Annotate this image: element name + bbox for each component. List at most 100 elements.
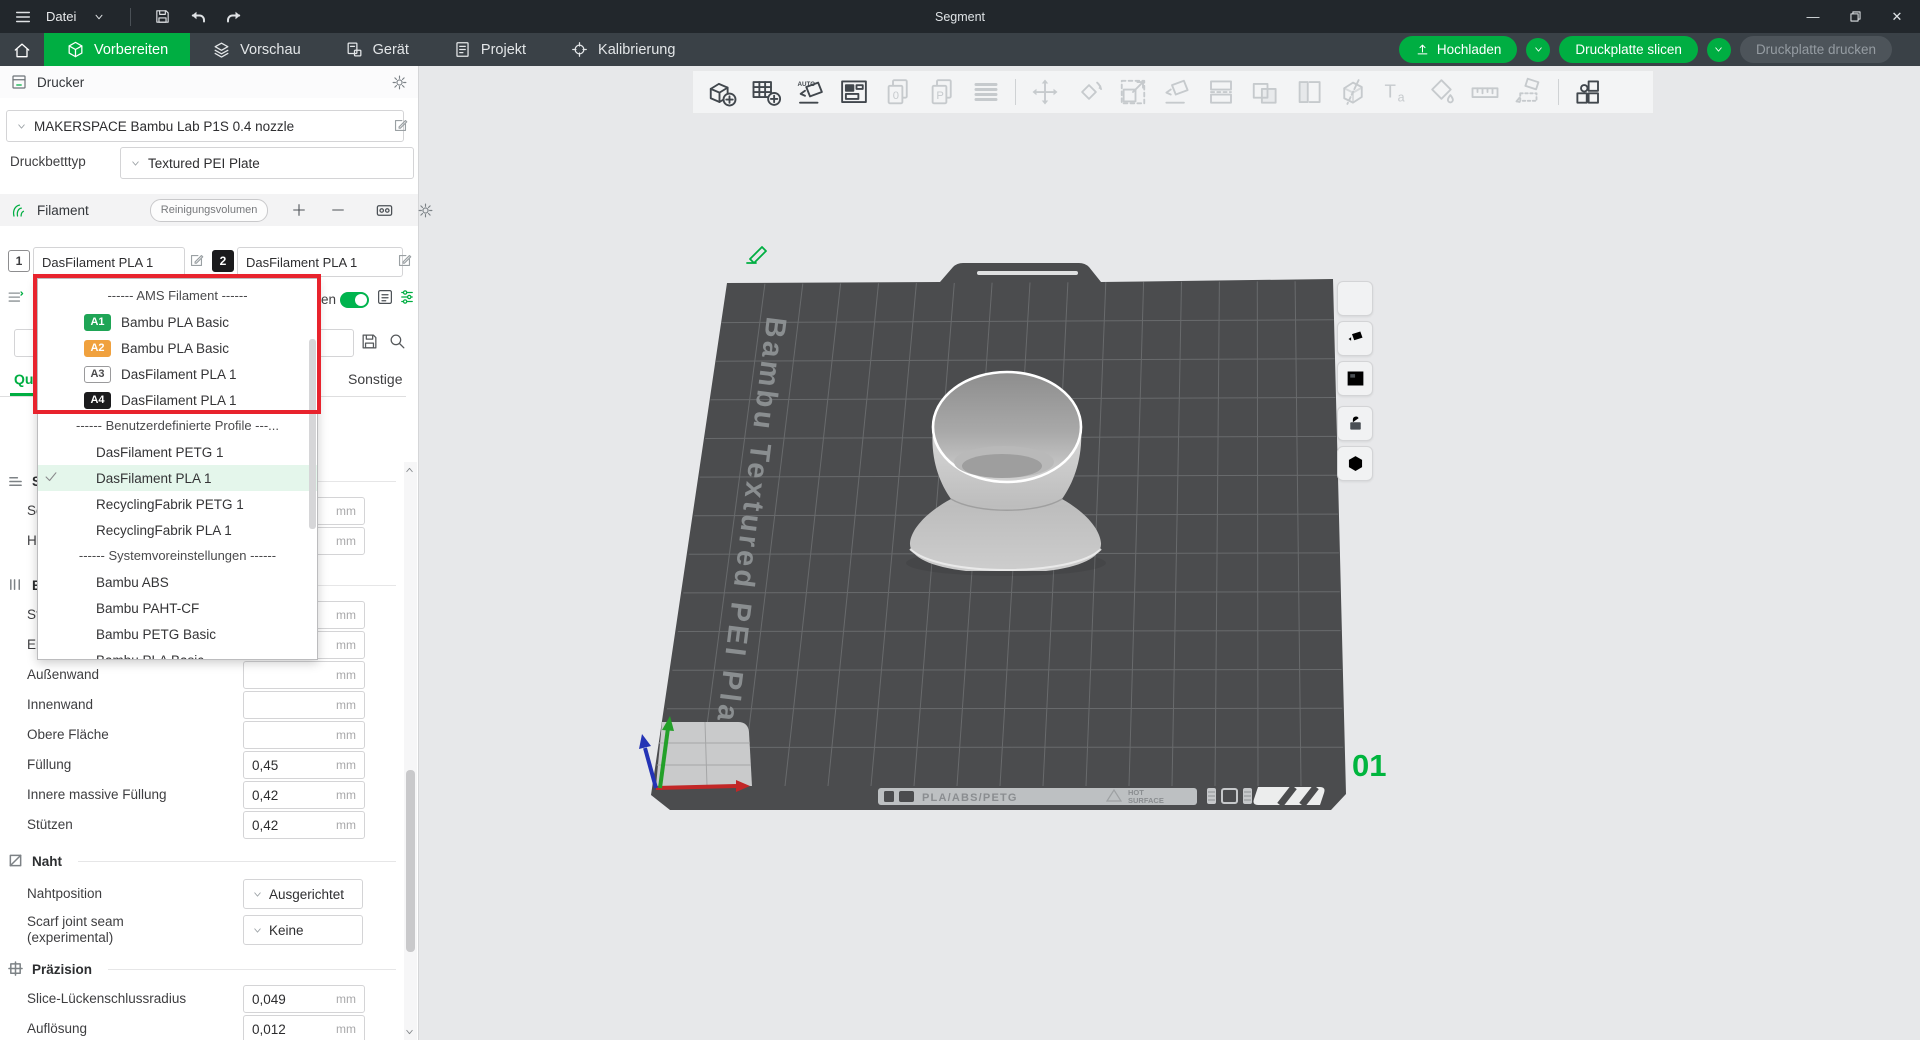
seam-icon xyxy=(8,853,24,869)
home-button[interactable] xyxy=(0,33,44,66)
close-button[interactable]: ✕ xyxy=(1880,3,1914,31)
filament-1-edit-icon[interactable] xyxy=(188,252,205,269)
segment-tool-icon[interactable] xyxy=(1573,77,1603,107)
printer-settings-gear-icon[interactable] xyxy=(391,74,408,91)
nav-tab-vorbereiten[interactable]: Vorbereiten xyxy=(44,33,190,66)
auto-orient-icon[interactable]: AUTO xyxy=(795,77,825,107)
tab-others[interactable]: Sonstige xyxy=(348,371,402,387)
hamburger-menu-icon[interactable] xyxy=(10,5,36,29)
file-menu[interactable]: Datei xyxy=(46,9,76,24)
filament-slot-1-select[interactable]: DasFilament PLA 1 xyxy=(33,247,185,277)
param-input[interactable]: mm xyxy=(243,661,365,689)
nav-tab-kalibrierung[interactable]: Kalibrierung xyxy=(548,33,697,66)
scroll-down-icon[interactable] xyxy=(404,1026,417,1037)
param-select-value: Ausgerichtet xyxy=(269,887,344,902)
flush-volumes-button[interactable]: Reinigungsvolumen xyxy=(150,199,269,222)
param-input[interactable]: 0,049mm xyxy=(243,985,365,1013)
restore-button[interactable] xyxy=(1838,3,1872,31)
printer-select[interactable]: MAKERSPACE Bambu Lab P1S 0.4 nozzle xyxy=(6,110,404,142)
param-unit: mm xyxy=(336,608,356,622)
copy-count-icon: 0 xyxy=(883,77,913,107)
slice-options-chevron[interactable] xyxy=(1707,38,1731,62)
search-icon[interactable] xyxy=(388,332,407,351)
upload-options-chevron[interactable] xyxy=(1526,38,1550,62)
dropdown-item[interactable]: A1Bambu PLA Basic xyxy=(38,309,317,335)
advanced-params-icon[interactable] xyxy=(398,288,416,306)
lay-flat-icon xyxy=(1162,77,1192,107)
dropdown-item[interactable]: A4DasFilament PLA 1 xyxy=(38,387,317,413)
param-row: NahtpositionAusgerichtet xyxy=(0,876,406,912)
dropdown-item[interactable]: Bambu PETG Basic xyxy=(38,621,317,647)
advanced-mode-toggle[interactable] xyxy=(340,292,369,308)
param-input[interactable]: mm xyxy=(243,691,365,719)
dropdown-item[interactable]: RecyclingFabrik PETG 1 xyxy=(38,491,317,517)
save-preset-icon[interactable] xyxy=(360,332,379,351)
param-input[interactable]: 0,012mm xyxy=(243,1015,365,1040)
param-label: Innere massive Füllung xyxy=(27,787,243,803)
hot-surface-text-1: HOT xyxy=(1128,788,1144,797)
bed-type-select[interactable]: Textured PEI Plate xyxy=(120,147,414,179)
close-plate-button[interactable] xyxy=(1337,281,1373,316)
param-section-header: Naht xyxy=(0,846,406,876)
filament-settings-gear-icon[interactable] xyxy=(417,202,434,219)
viewport-3d[interactable]: AUTO0PTa Bambu Textured PEI Plate xyxy=(419,66,1920,1040)
param-label: Innenwand xyxy=(27,697,243,713)
dropdown-item[interactable]: Bambu PAHT-CF xyxy=(38,595,317,621)
undo-icon[interactable] xyxy=(185,5,211,29)
redo-icon[interactable] xyxy=(221,5,247,29)
add-plate-icon[interactable] xyxy=(751,77,781,107)
dropdown-item[interactable]: RecyclingFabrik PLA 1 xyxy=(38,517,317,543)
filament-slot-2-select[interactable]: DasFilament PLA 1 xyxy=(237,247,403,277)
build-plate-scene: Bambu Textured PEI Plate xyxy=(419,66,1920,1040)
param-label: Obere Fläche xyxy=(27,727,243,743)
param-section-header: Präzision xyxy=(0,954,406,984)
auto-orient-plate-button[interactable] xyxy=(1337,321,1373,356)
param-unit: mm xyxy=(336,728,356,742)
sidebar-scrollbar[interactable] xyxy=(404,462,417,1040)
param-input[interactable]: 0,45mm xyxy=(243,751,365,779)
dropdown-item[interactable]: A3DasFilament PLA 1 xyxy=(38,361,317,387)
arrange-icon xyxy=(1345,368,1366,389)
dropdown-item[interactable]: Bambu PLA Basic xyxy=(38,647,317,660)
add-object-icon[interactable] xyxy=(707,77,737,107)
param-select[interactable]: Ausgerichtet xyxy=(243,879,363,909)
printer-edit-icon[interactable] xyxy=(392,117,409,134)
dropdown-item[interactable]: DasFilament PETG 1 xyxy=(38,439,317,465)
scrollbar-thumb[interactable] xyxy=(406,770,415,952)
ams-icon[interactable] xyxy=(375,201,394,220)
dropdown-item-label: Bambu PAHT-CF xyxy=(96,601,199,616)
nav-tab-bar: VorbereitenVorschauGerätProjektKalibrier… xyxy=(0,33,1920,66)
nav-tab-gerät[interactable]: Gerät xyxy=(323,33,431,66)
filament-2-edit-icon[interactable] xyxy=(396,252,413,269)
arrange-plate-button[interactable] xyxy=(1337,361,1373,396)
dropdown-scrollbar-thumb[interactable] xyxy=(309,339,316,529)
param-label: Slice-Lückenschlussradius xyxy=(27,991,243,1007)
scroll-up-icon[interactable] xyxy=(404,465,417,476)
upload-button[interactable]: Hochladen xyxy=(1399,36,1518,63)
nav-tab-vorschau[interactable]: Vorschau xyxy=(190,33,322,66)
object-list-icon xyxy=(971,77,1001,107)
add-filament-icon[interactable] xyxy=(291,202,307,218)
param-input[interactable]: 0,42mm xyxy=(243,811,365,839)
dropdown-item[interactable]: A2Bambu PLA Basic xyxy=(38,335,317,361)
parameter-list-icon[interactable] xyxy=(376,288,394,306)
tab-quality[interactable]: Qu xyxy=(14,371,33,387)
param-input[interactable]: mm xyxy=(243,721,365,749)
plate-settings-plate-button[interactable] xyxy=(1337,446,1373,481)
chevron-down-icon[interactable] xyxy=(86,5,112,29)
arrange-icon[interactable] xyxy=(839,77,869,107)
filament-slot-1-badge: 1 xyxy=(8,250,30,272)
ams-slot-badge: A3 xyxy=(84,366,111,383)
param-select[interactable]: Keine xyxy=(243,915,363,945)
minimize-button[interactable]: — xyxy=(1796,3,1830,31)
filament-section-header: Filament Reinigungsvolumen xyxy=(0,194,418,226)
dropdown-item[interactable]: Bambu ABS xyxy=(38,569,317,595)
nav-tab-projekt[interactable]: Projekt xyxy=(431,33,548,66)
param-input[interactable]: 0,42mm xyxy=(243,781,365,809)
save-icon[interactable] xyxy=(149,5,175,29)
bed-type-value: Textured PEI Plate xyxy=(148,156,260,171)
remove-filament-icon[interactable] xyxy=(330,202,346,218)
lock-plate-button[interactable] xyxy=(1337,406,1373,441)
slice-plate-button[interactable]: Druckplatte slicen xyxy=(1559,36,1698,63)
dropdown-item[interactable]: DasFilament PLA 1 xyxy=(38,465,317,491)
